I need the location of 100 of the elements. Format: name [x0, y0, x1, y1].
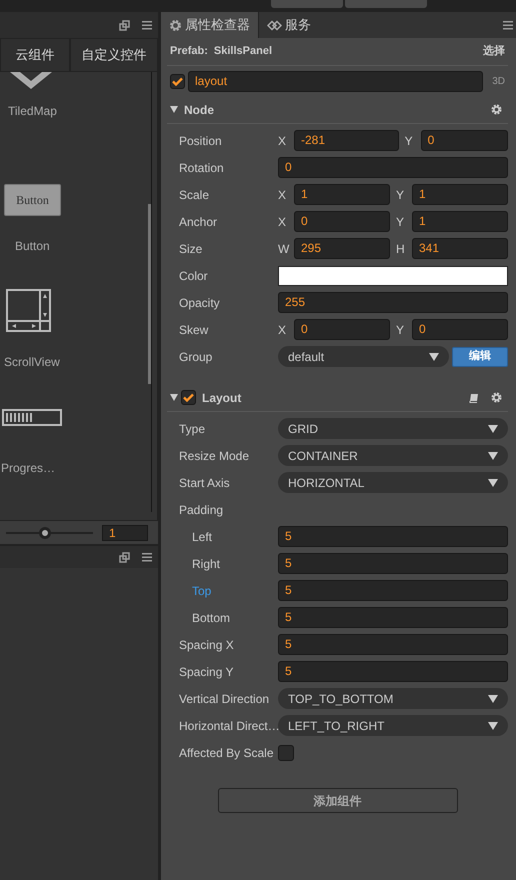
checkbox[interactable] [181, 390, 196, 405]
caret-icon [488, 424, 498, 432]
axis-label: Y [404, 132, 414, 150]
property-label: Spacing X [178, 636, 235, 654]
dropdown-value: LEFT_TO_RIGHT [288, 718, 384, 734]
section-title: Layout [202, 390, 242, 406]
property-label: Resize Mode [178, 448, 250, 464]
axis-label: W [278, 240, 290, 258]
settings-icon [169, 18, 182, 32]
axis-label: X [278, 322, 288, 338]
menu-icon[interactable] [142, 552, 152, 562]
prefab-name: SkillsPanel [214, 44, 272, 60]
button-preview: Button [4, 184, 61, 216]
dropdown[interactable]: TOP_TO_BOTTOM [278, 688, 508, 709]
settings-icon[interactable] [491, 104, 502, 115]
property-label: Padding [178, 502, 224, 518]
caret-icon [429, 352, 439, 360]
scroll-view-icon [6, 289, 51, 332]
number-input[interactable]: 5 [278, 526, 508, 547]
number-input[interactable]: 5 [278, 661, 508, 682]
section-header[interactable]: Node [167, 96, 508, 124]
number-input[interactable]: 5 [278, 607, 508, 628]
axis-label: Y [396, 322, 406, 338]
property-label: Skew [178, 322, 210, 338]
section-header[interactable]: Layout [167, 384, 508, 412]
book-icon[interactable] [469, 392, 479, 402]
property-label: Bottom [191, 610, 232, 626]
dropdown[interactable]: CONTAINER [278, 445, 508, 466]
restore-window-icon[interactable] [119, 20, 130, 30]
axis-label: X [278, 132, 288, 150]
number-input[interactable]: 5 [278, 634, 508, 655]
collapse-arrow-icon[interactable] [170, 106, 178, 113]
prefab-label: Prefab: [170, 44, 208, 60]
dropdown-value: TOP_TO_BOTTOM [288, 690, 394, 708]
property-label: Horizontal Direct… [178, 718, 278, 734]
caret-icon [488, 452, 498, 460]
dropdown[interactable]: LEFT_TO_RIGHT [278, 715, 508, 736]
number-input[interactable]: 5 [278, 553, 508, 574]
panel-tab[interactable]: 云组件 [0, 38, 70, 72]
axis-label: Y [396, 186, 406, 204]
property-label: Anchor [178, 214, 218, 230]
add-component-button[interactable]: 添加组件 [218, 788, 458, 813]
item-label: Button [15, 238, 50, 255]
checkbox[interactable] [278, 744, 294, 760]
zoom-input[interactable]: 1 [102, 524, 148, 540]
checkbox[interactable] [170, 74, 185, 88]
number-input[interactable]: 341 [412, 238, 508, 259]
property-label: Vertical Direction [178, 690, 270, 708]
dropdown[interactable]: GRID [278, 418, 508, 439]
color-swatch[interactable] [278, 266, 508, 286]
menu-icon[interactable] [142, 20, 152, 30]
number-input[interactable]: 0 [412, 319, 508, 340]
item-label: TiledMap [8, 103, 57, 120]
number-input[interactable]: 1 [412, 184, 508, 205]
select-link[interactable]: 选择 [483, 43, 505, 60]
number-input[interactable]: -281 [294, 130, 399, 151]
property-label: Color [178, 268, 209, 284]
property-label: Affected By Scale [178, 744, 274, 762]
dropdown-value: HORIZONTAL [288, 474, 364, 492]
settings-icon[interactable] [491, 392, 502, 403]
menu-icon[interactable] [503, 20, 513, 30]
property-label: Spacing Y [178, 664, 234, 680]
collapse-arrow-icon[interactable] [170, 394, 178, 401]
axis-label: X [278, 214, 288, 230]
caret-icon [488, 722, 498, 730]
link-icon [267, 20, 282, 30]
number-input[interactable]: 0 [420, 130, 508, 151]
item-label: Progres… [1, 460, 56, 477]
property-label: Top [191, 582, 212, 600]
dropdown-value: GRID [288, 420, 318, 438]
axis-label: X [278, 186, 288, 204]
restore-window-icon[interactable] [119, 552, 130, 562]
number-input[interactable]: 255 [278, 292, 508, 313]
scrollbar-thumb[interactable] [148, 204, 151, 384]
item-label: ScrollView [4, 354, 60, 371]
number-input[interactable]: 0 [294, 319, 390, 340]
dropdown[interactable]: default [278, 346, 449, 367]
property-label: Size [178, 240, 204, 258]
property-label: Scale [178, 186, 210, 204]
number-input[interactable]: 0 [294, 211, 390, 232]
mode-label: 3D [492, 74, 505, 88]
property-label: Rotation [178, 160, 225, 176]
edit-button[interactable]: 编辑 [452, 346, 508, 366]
property-label: Start Axis [178, 474, 231, 492]
axis-label: H [396, 240, 406, 258]
number-input[interactable]: 1 [412, 211, 508, 232]
slider-thumb[interactable] [39, 526, 52, 538]
name-input[interactable]: layout [188, 70, 484, 92]
number-input[interactable]: 1 [294, 184, 390, 205]
number-input[interactable]: 295 [294, 238, 390, 259]
panel-tab[interactable]: 自定义控件 [70, 38, 158, 72]
property-label: Opacity [178, 294, 221, 312]
dropdown[interactable]: HORIZONTAL [278, 472, 508, 493]
panel-tab[interactable]: 属性检查器 [161, 12, 259, 38]
property-label: Left [191, 528, 214, 546]
property-label: Position [178, 132, 223, 150]
dropdown-value: default [288, 348, 324, 366]
number-input[interactable]: 0 [278, 157, 508, 178]
caret-icon [488, 694, 498, 702]
number-input[interactable]: 5 [278, 580, 508, 601]
